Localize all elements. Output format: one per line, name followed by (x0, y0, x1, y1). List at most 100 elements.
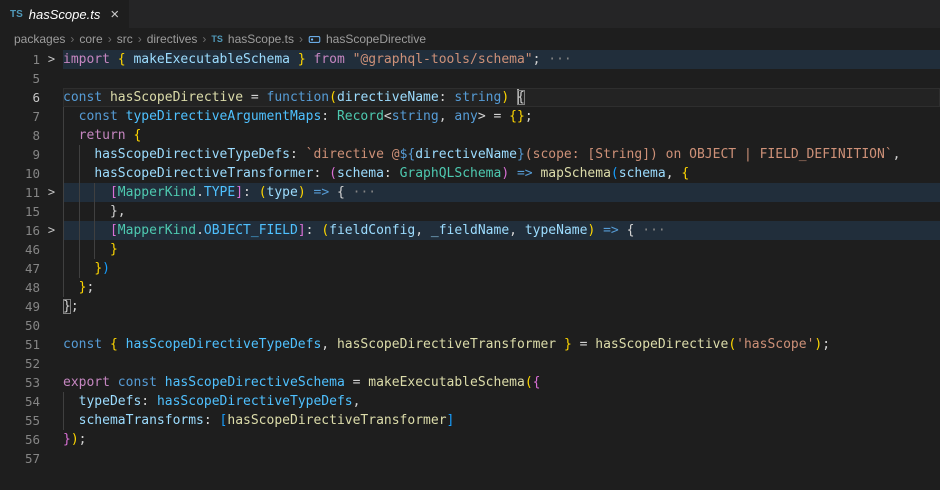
code-token: ( (329, 166, 337, 181)
code-token: { (533, 375, 541, 390)
code-line-content[interactable] (63, 69, 940, 88)
line-gutter: 6 (0, 88, 63, 107)
code-token: any (454, 109, 477, 124)
breadcrumb-item-file[interactable]: hasScope.ts (228, 32, 294, 46)
gutter-spacer (40, 430, 63, 449)
breadcrumb-item-packages[interactable]: packages (14, 32, 65, 46)
gutter-spacer (40, 88, 63, 107)
code-token: ··· (540, 52, 571, 67)
code-token: hasScopeDirectiveTransformer (94, 166, 313, 181)
code-token (345, 52, 353, 67)
code-token: . (196, 185, 204, 200)
code-line-content[interactable]: const typeDirectiveArgumentMaps: Record<… (63, 107, 940, 126)
breadcrumb-item-src[interactable]: src (117, 32, 133, 46)
fold-chevron-icon[interactable]: > (40, 50, 63, 69)
code-token: ( (728, 337, 736, 352)
code-line-content[interactable]: [MapperKind.TYPE]: (type) => { ··· (63, 183, 940, 202)
code-line-content[interactable]: }, (63, 202, 940, 221)
code-line-content[interactable]: } (63, 240, 940, 259)
code-line-content[interactable]: export const hasScopeDirectiveSchema = m… (63, 373, 940, 392)
code-line-content[interactable]: [MapperKind.OBJECT_FIELD]: (fieldConfig,… (63, 221, 940, 240)
breadcrumb-item-directives[interactable]: directives (147, 32, 198, 46)
code-token (110, 52, 118, 67)
code-token (118, 337, 126, 352)
gutter-spacer (40, 259, 63, 278)
code-token: ) (71, 432, 79, 447)
code-line-47: 47 }) (0, 259, 940, 278)
code-token: `directive @ (306, 147, 400, 162)
code-token: 'hasScope' (736, 337, 814, 352)
code-line-9: 9 hasScopeDirectiveTypeDefs: `directive … (0, 145, 940, 164)
code-token: => (603, 223, 619, 238)
close-icon[interactable]: × (110, 7, 119, 22)
code-editor[interactable]: 1>import { makeExecutableSchema } from "… (0, 50, 940, 468)
code-token: string (392, 109, 439, 124)
code-token: schema (337, 166, 384, 181)
code-line-content[interactable]: return { (63, 126, 940, 145)
line-number: 1 (0, 50, 40, 69)
line-number: 47 (0, 259, 40, 278)
code-token: typeDefs (79, 394, 142, 409)
code-token: makeExecutableSchema (368, 375, 525, 390)
breadcrumb-item-symbol[interactable]: hasScopeDirective (326, 32, 426, 46)
code-token: : (204, 413, 220, 428)
code-token: : (141, 394, 157, 409)
code-line-content[interactable]: const { hasScopeDirectiveTypeDefs, hasSc… (63, 335, 940, 354)
code-token: function (267, 90, 330, 105)
code-token: const (79, 109, 118, 124)
code-token: const (63, 337, 102, 352)
line-gutter: 5 (0, 69, 63, 88)
code-token: hasScopeDirectiveSchema (165, 375, 345, 390)
code-token: string (454, 90, 501, 105)
code-token: } (517, 147, 525, 162)
code-token: } (94, 261, 102, 276)
code-token: from (313, 52, 344, 67)
code-line-content[interactable] (63, 316, 940, 335)
code-token (63, 128, 79, 143)
code-line-content[interactable]: }) (63, 259, 940, 278)
breadcrumb-item-core[interactable]: core (79, 32, 102, 46)
code-line-content[interactable]: const hasScopeDirective = function(direc… (63, 88, 940, 107)
fold-chevron-icon[interactable]: > (40, 221, 63, 240)
line-gutter: 50 (0, 316, 63, 335)
code-token: } (63, 432, 71, 447)
code-line-content[interactable]: hasScopeDirectiveTransformer: (schema: G… (63, 164, 940, 183)
code-token: ] (447, 413, 455, 428)
code-line-content[interactable]: import { makeExecutableSchema } from "@g… (63, 50, 940, 69)
code-line-55: 55 schemaTransforms: [hasScopeDirectiveT… (0, 411, 940, 430)
code-token (118, 109, 126, 124)
code-token (110, 375, 118, 390)
chevron-right-icon: › (138, 32, 142, 46)
code-line-content[interactable]: }; (63, 297, 940, 316)
line-gutter: 7 (0, 107, 63, 126)
code-line-46: 46 } (0, 240, 940, 259)
code-line-content[interactable]: typeDefs: hasScopeDirectiveTypeDefs, (63, 392, 940, 411)
code-token: = (345, 375, 368, 390)
code-token (63, 185, 110, 200)
code-token: : (306, 223, 322, 238)
fold-chevron-icon[interactable]: > (40, 183, 63, 202)
code-line-48: 48 }; (0, 278, 940, 297)
tab-hasscope[interactable]: TS hasScope.ts × (0, 0, 129, 28)
code-line-content[interactable]: hasScopeDirectiveTypeDefs: `directive @$… (63, 145, 940, 164)
line-gutter: 11> (0, 183, 63, 202)
line-number: 54 (0, 392, 40, 411)
code-token: directiveName (337, 90, 439, 105)
code-line-content[interactable] (63, 449, 940, 468)
code-line-content[interactable] (63, 354, 940, 373)
code-line-content[interactable]: schemaTransforms: [hasScopeDirectiveTran… (63, 411, 940, 430)
code-line-content[interactable]: }; (63, 278, 940, 297)
code-token: = (572, 337, 595, 352)
line-number: 11 (0, 183, 40, 202)
code-token: schemaTransforms (79, 413, 204, 428)
indent-guide (63, 259, 64, 278)
code-line-51: 51const { hasScopeDirectiveTypeDefs, has… (0, 335, 940, 354)
line-number: 9 (0, 145, 40, 164)
line-number: 8 (0, 126, 40, 145)
code-token: directiveName (415, 147, 517, 162)
line-number: 16 (0, 221, 40, 240)
gutter-spacer (40, 354, 63, 373)
typescript-file-icon: TS (10, 9, 23, 20)
code-line-50: 50 (0, 316, 940, 335)
code-line-content[interactable]: }); (63, 430, 940, 449)
